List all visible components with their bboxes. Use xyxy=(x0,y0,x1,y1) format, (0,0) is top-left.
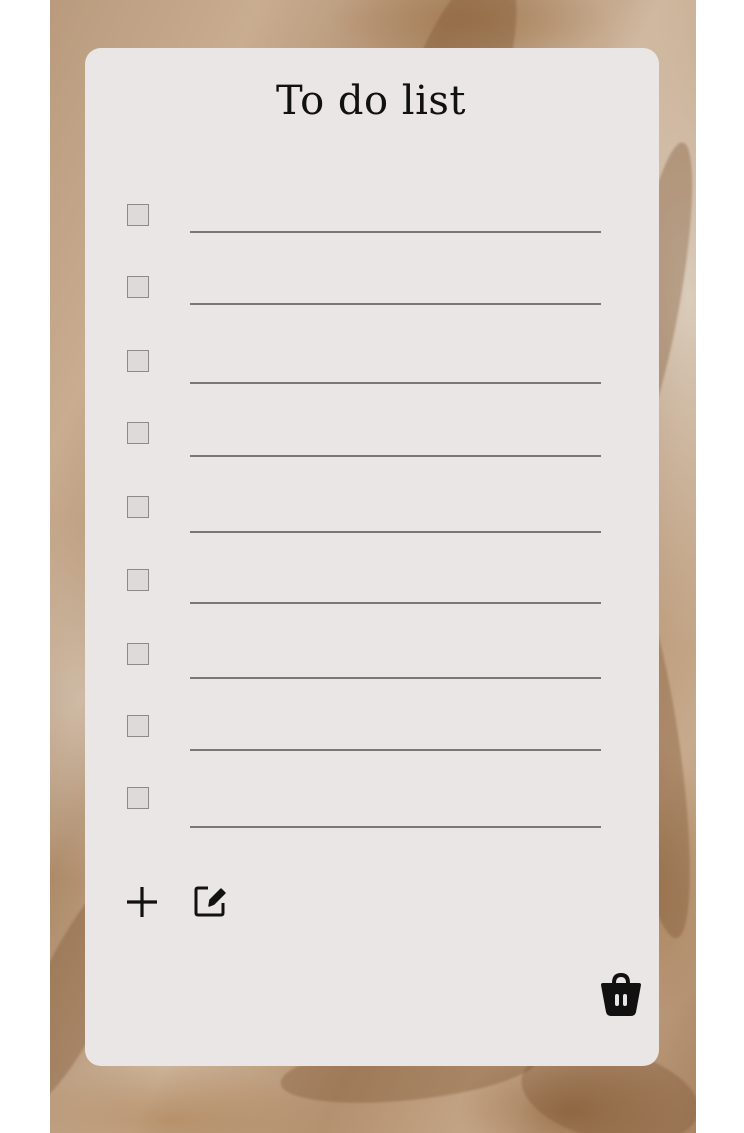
task-input-line[interactable] xyxy=(190,826,601,828)
plus-icon[interactable] xyxy=(124,884,160,920)
page-title: To do list xyxy=(276,78,466,124)
task-checkbox[interactable] xyxy=(127,204,149,226)
task-input-line[interactable] xyxy=(190,677,601,679)
task-checkbox[interactable] xyxy=(127,496,149,518)
task-checkbox[interactable] xyxy=(127,276,149,298)
task-input-line[interactable] xyxy=(190,231,601,233)
task-checkbox[interactable] xyxy=(127,643,149,665)
task-checkbox[interactable] xyxy=(127,422,149,444)
task-input-line[interactable] xyxy=(190,602,601,604)
task-input-line[interactable] xyxy=(190,455,601,457)
task-checkbox[interactable] xyxy=(127,350,149,372)
task-input-line[interactable] xyxy=(190,531,601,533)
todo-card xyxy=(85,48,659,1066)
task-input-line[interactable] xyxy=(190,303,601,305)
task-input-line[interactable] xyxy=(190,749,601,751)
task-checkbox[interactable] xyxy=(127,715,149,737)
screen: To do list xyxy=(0,0,744,1133)
trash-icon[interactable] xyxy=(599,972,643,1018)
edit-icon[interactable] xyxy=(192,883,230,919)
task-checkbox[interactable] xyxy=(127,569,149,591)
task-input-line[interactable] xyxy=(190,382,601,384)
task-checkbox[interactable] xyxy=(127,787,149,809)
